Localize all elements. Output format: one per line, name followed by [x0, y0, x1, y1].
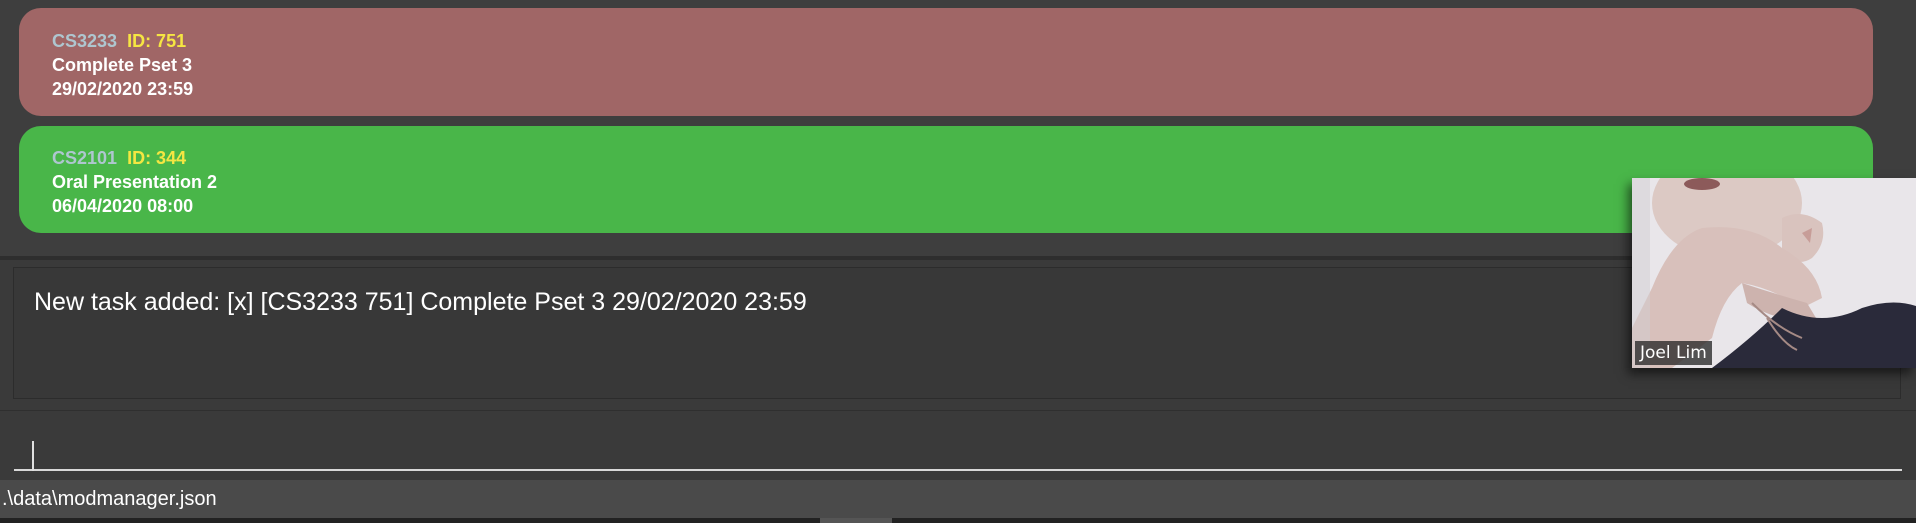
- task-id: ID: 344: [127, 148, 187, 168]
- result-panel: New task added: [x] [CS3233 751] Complet…: [0, 260, 1916, 410]
- task-datetime: 29/02/2020 23:59: [52, 79, 194, 99]
- task-description: Complete Pset 3: [52, 55, 193, 75]
- task-card[interactable]: CS2101 ID: 344 Oral Presentation 2 06/04…: [19, 126, 1873, 233]
- participant-video: [1632, 178, 1916, 368]
- result-message: New task added: [x] [CS3233 751] Complet…: [34, 288, 807, 316]
- status-bar: .\data\modmanager.json: [0, 480, 1916, 518]
- text-caret: [32, 441, 34, 471]
- video-call-overlay[interactable]: Joel Lim: [1632, 178, 1916, 368]
- module-code: CS2101: [52, 148, 118, 168]
- scrollbar-thumb[interactable]: [820, 518, 892, 523]
- command-area: [0, 410, 1916, 480]
- save-file-path: .\data\modmanager.json: [2, 488, 217, 510]
- task-header: CS3233 ID: 751: [52, 30, 1873, 52]
- task-header: CS2101 ID: 344: [52, 147, 1873, 169]
- task-id: ID: 751: [127, 31, 187, 51]
- task-description: Oral Presentation 2: [52, 172, 218, 192]
- command-input[interactable]: [14, 423, 1902, 471]
- bottom-strip: [0, 518, 1916, 523]
- result-display[interactable]: New task added: [x] [CS3233 751] Complet…: [13, 267, 1901, 399]
- app-window: CS3233 ID: 751 Complete Pset 3 29/02/202…: [0, 0, 1916, 523]
- participant-name-label: Joel Lim: [1635, 341, 1712, 365]
- module-code: CS3233: [52, 31, 118, 51]
- task-list: CS3233 ID: 751 Complete Pset 3 29/02/202…: [0, 0, 1916, 256]
- task-card[interactable]: CS3233 ID: 751 Complete Pset 3 29/02/202…: [19, 8, 1873, 116]
- task-datetime: 06/04/2020 08:00: [52, 196, 194, 216]
